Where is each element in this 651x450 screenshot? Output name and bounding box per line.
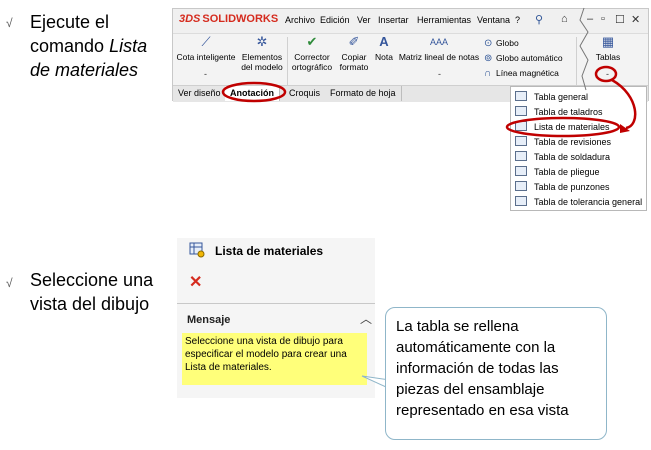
tablas-dropdown-menu: Tabla general Tabla de taladros Lista de… <box>510 86 647 211</box>
close-window-icon[interactable]: ✕ <box>631 13 640 26</box>
step1-line3-italic: de materiales <box>30 60 139 80</box>
linear-note-pattern-icon: AAA <box>429 37 448 47</box>
bend-table-icon <box>515 166 527 176</box>
globo-automatico-button[interactable]: ⊚ Globo automático <box>484 53 563 64</box>
revision-table-icon <box>515 136 527 146</box>
elementos-label-2: del modelo <box>241 62 283 72</box>
tablas-dropdown-arrow[interactable]: - <box>606 69 609 79</box>
bill-of-materials-icon <box>189 242 205 258</box>
explanation-callout: La tabla se rellena automáticamente con … <box>385 307 607 440</box>
nota-label: Nota <box>375 52 393 62</box>
nota-button[interactable]: A Nota <box>371 34 397 62</box>
close-icon[interactable]: ✕ <box>189 272 202 292</box>
step1-instruction: Ejecute el comando Lista de materiales <box>30 10 147 82</box>
minimize-icon[interactable]: – <box>587 13 593 25</box>
menu-item-lista-de-materiales[interactable]: Lista de materiales <box>515 120 610 135</box>
corrector-label-1: Corrector <box>294 52 330 62</box>
matriz-dropdown-arrow[interactable]: - <box>438 69 441 79</box>
pin-icon[interactable]: ⚲ <box>535 13 543 26</box>
menu-item-tabla-de-punzones[interactable]: Tabla de punzones <box>515 180 610 195</box>
cota-inteligente-button[interactable]: ⟋ Cota inteligente <box>175 34 237 62</box>
menu-item-tabla-de-tolerancia-general[interactable]: Tabla de tolerancia general <box>515 195 642 210</box>
menu-insertar[interactable]: Insertar <box>378 15 409 25</box>
linea-magnetica-button[interactable]: ∩ Línea magnética <box>484 68 559 79</box>
step1-line3: de materiales <box>30 58 147 82</box>
tab-croquis[interactable]: Croquis <box>284 86 327 101</box>
tablas-button[interactable]: ▦ Tablas <box>591 34 625 62</box>
spell-check-icon: ✔ <box>306 34 318 49</box>
step1-line2-plain: comando <box>30 36 110 56</box>
step1-line2: comando Lista <box>30 34 147 58</box>
copiar-formato-button[interactable]: ✐ Copiar formato <box>334 34 374 72</box>
property-manager-panel: Lista de materiales ✕ Mensaje ︿ Seleccio… <box>177 238 375 398</box>
step1-line2-italic: Lista <box>109 36 148 56</box>
globo-label: Globo <box>496 38 519 48</box>
tolerance-table-icon <box>515 196 527 206</box>
elementos-del-modelo-button[interactable]: ✲ Elementos del modelo <box>239 34 285 72</box>
cota-dropdown-arrow[interactable]: - <box>204 69 207 79</box>
corrector-label-2: ortográfico <box>291 62 333 72</box>
weld-table-icon <box>515 151 527 161</box>
bill-of-materials-icon <box>515 121 527 131</box>
punch-table-icon <box>515 181 527 191</box>
smart-dimension-icon: ⟋ <box>201 34 211 49</box>
auto-balloon-icon: ⊚ <box>484 53 493 64</box>
globo-button[interactable]: ⊙ Globo <box>484 38 519 49</box>
menu-ver[interactable]: Ver <box>357 15 371 25</box>
restore-icon[interactable]: ▫ <box>601 13 605 25</box>
copiar-label-2: formato <box>339 62 369 72</box>
step2-line2: vista del dibujo <box>30 294 150 314</box>
copiar-label-1: Copiar <box>341 52 367 62</box>
tablas-label: Tablas <box>595 52 621 62</box>
menu-herramientas[interactable]: Herramientas <box>417 15 471 25</box>
divider <box>177 303 375 304</box>
menu-edicion[interactable]: Edición <box>320 15 350 25</box>
property-manager-title: Lista de materiales <box>215 244 324 258</box>
callout-text: La tabla se rellena automáticamente con … <box>396 318 569 419</box>
tab-anotacion[interactable]: Anotación <box>225 86 280 101</box>
matriz-lineal-notas-button[interactable]: AAA Matriz lineal de notas <box>397 37 481 62</box>
matriz-label: Matriz lineal de notas <box>398 52 480 62</box>
cota-label: Cota inteligente <box>176 52 236 62</box>
corrector-ortografico-button[interactable]: ✔ Corrector ortográfico <box>289 34 335 72</box>
model-items-icon: ✲ <box>256 34 268 49</box>
message-section-header[interactable]: Mensaje <box>187 314 230 326</box>
title-bar: 3DS SOLIDWORKS Archivo Edición Ver Insert… <box>173 9 648 34</box>
step1-checkmark: √ <box>6 16 13 30</box>
ribbon-separator <box>576 37 577 85</box>
note-icon: A <box>379 34 389 49</box>
chevron-up-icon[interactable]: ︿ <box>360 310 372 327</box>
menu-ventana[interactable]: Ventana <box>477 15 510 25</box>
maximize-icon[interactable]: ☐ <box>615 13 625 26</box>
menu-item-tabla-de-pliegue[interactable]: Tabla de pliegue <box>515 165 600 180</box>
ribbon-separator <box>287 37 288 85</box>
step1-line1: Ejecute el <box>30 12 110 32</box>
globo-auto-label: Globo automático <box>496 53 563 63</box>
hole-table-icon <box>515 106 527 116</box>
solidworks-logo: 3DS SOLIDWORKS <box>179 13 279 25</box>
step2-checkmark: √ <box>6 276 13 290</box>
step2-instruction: Seleccione una vista del dibujo <box>30 268 153 316</box>
elementos-label-1: Elementos <box>241 52 283 62</box>
table-icon: ▦ <box>601 34 615 49</box>
linea-label: Línea magnética <box>496 68 559 78</box>
format-painter-icon: ✐ <box>348 34 360 49</box>
menu-ayuda[interactable]: ? <box>515 15 520 25</box>
menu-archivo[interactable]: Archivo <box>285 15 315 25</box>
tab-ver-diseno[interactable]: Ver diseño <box>173 86 227 101</box>
general-table-icon <box>515 91 527 101</box>
home-icon[interactable]: ⌂ <box>561 13 568 25</box>
magnetic-line-icon: ∩ <box>484 68 492 79</box>
balloon-icon: ⊙ <box>484 38 493 49</box>
menu-item-tabla-general[interactable]: Tabla general <box>515 90 588 105</box>
menu-item-tabla-de-taladros[interactable]: Tabla de taladros <box>515 105 603 120</box>
menu-item-tabla-de-revisiones[interactable]: Tabla de revisiones <box>515 135 611 150</box>
menu-item-tabla-de-soldadura[interactable]: Tabla de soldadura <box>515 150 610 165</box>
tab-formato-de-hoja[interactable]: Formato de hoja <box>325 86 402 101</box>
step2-line1: Seleccione una <box>30 270 154 290</box>
message-text: Seleccione una vista de dibujo para espe… <box>182 333 367 385</box>
